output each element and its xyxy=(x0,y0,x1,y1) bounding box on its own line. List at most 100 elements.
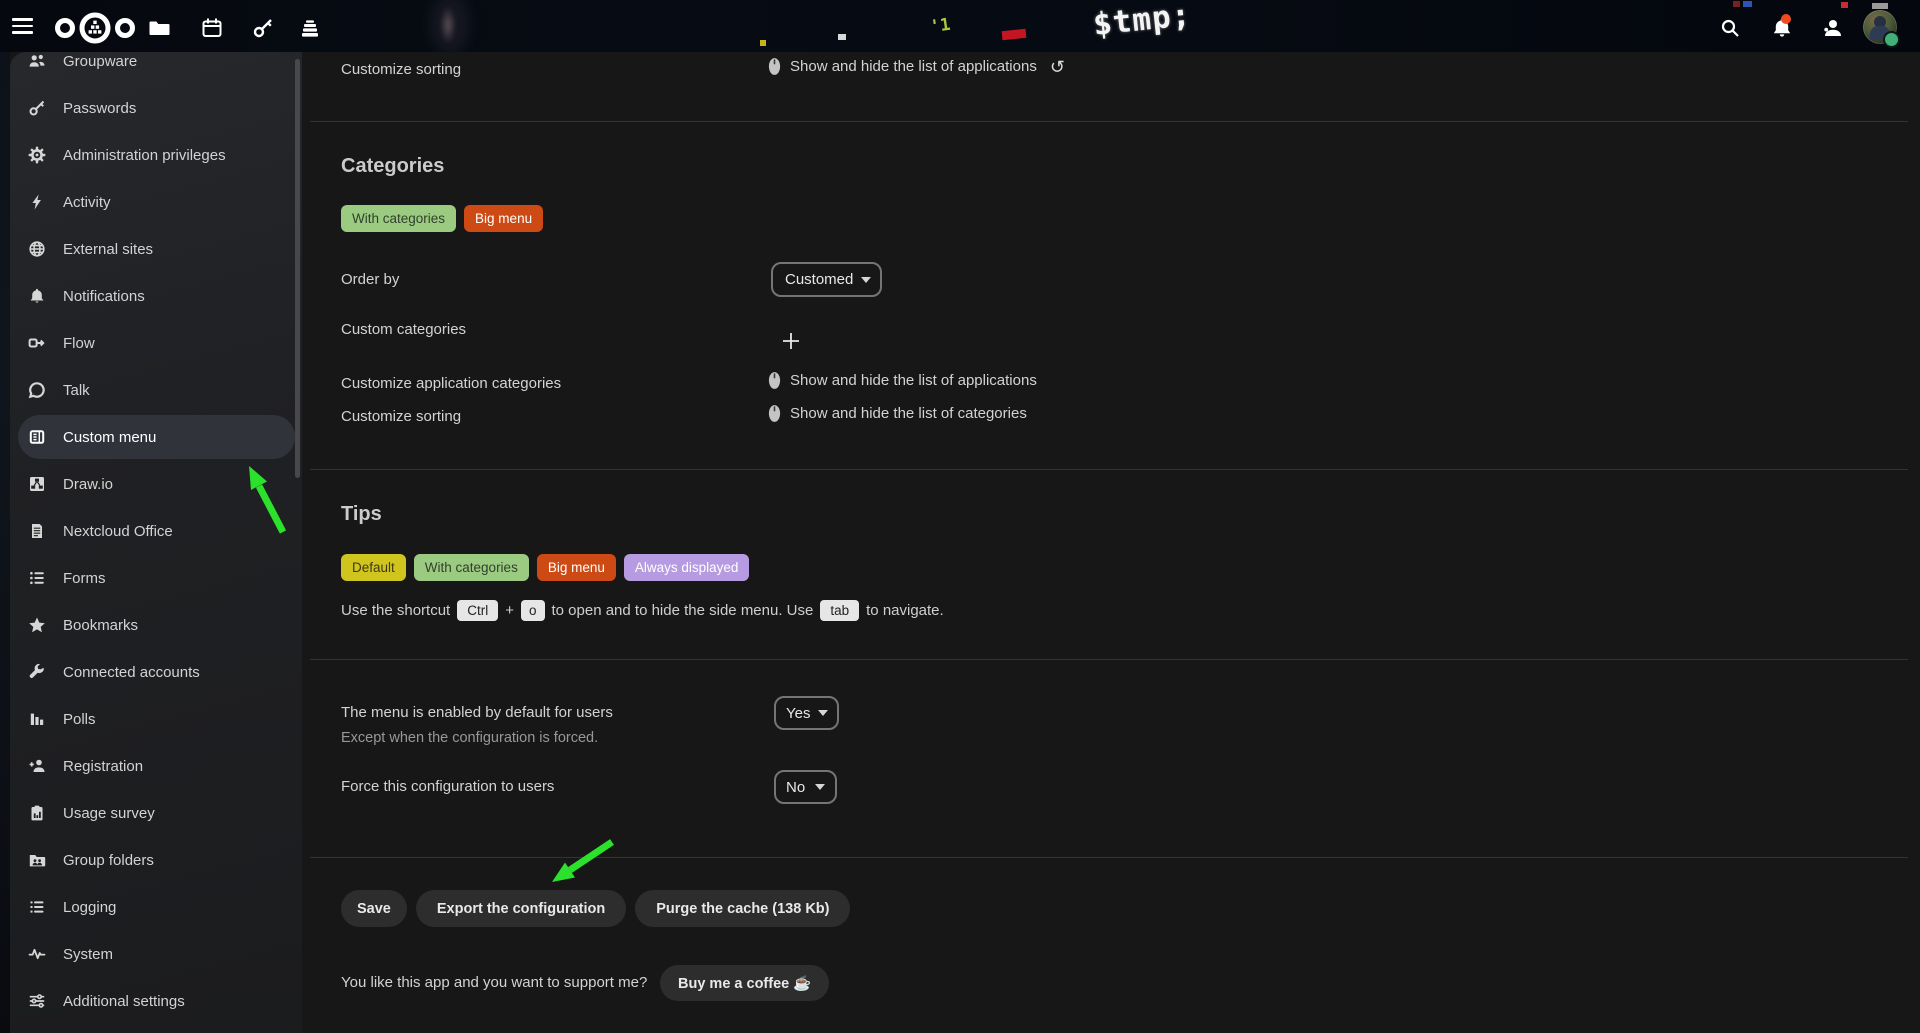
sidebar-item-label: Flow xyxy=(63,335,95,352)
files-folder-icon[interactable] xyxy=(147,16,171,40)
sidebar-item-activity[interactable]: Activity xyxy=(28,180,295,224)
divider xyxy=(310,659,1908,660)
background-pixel-mark xyxy=(1841,2,1848,8)
sidebar-item-label: Polls xyxy=(63,711,96,728)
mouse-icon xyxy=(768,404,781,423)
sidebar-item-label: Additional settings xyxy=(63,993,185,1010)
plus-icon xyxy=(780,330,802,352)
support-question-text: You like this app and you want to suppor… xyxy=(341,973,647,993)
sidebar-item-registration[interactable]: Registration xyxy=(28,744,295,788)
sidebar-item-label: Administration privileges xyxy=(63,147,226,164)
sidebar-item-label: Nextcloud Office xyxy=(63,523,173,540)
chevron-down-icon xyxy=(818,710,828,716)
sidebar-item-talk[interactable]: Talk xyxy=(28,368,295,412)
menu-toggle-button[interactable] xyxy=(12,18,33,34)
menu-enabled-dropdown[interactable]: Yes xyxy=(774,696,839,730)
sidebar-item-usage-survey[interactable]: Usage survey xyxy=(28,791,295,835)
background-photo-smudge xyxy=(440,6,456,44)
shortcut-text: Use the shortcut xyxy=(341,602,450,619)
sidebar-item-system[interactable]: System xyxy=(28,932,295,976)
save-button[interactable]: Save xyxy=(341,890,407,927)
sidebar-item-label: External sites xyxy=(63,241,153,258)
shortcut-text: to navigate. xyxy=(866,602,944,619)
key-icon xyxy=(28,99,46,117)
force-configuration-value: No xyxy=(786,779,805,796)
order-by-dropdown[interactable]: Customed xyxy=(771,262,882,297)
calendar-icon[interactable] xyxy=(200,16,224,40)
customize-sorting-action: Show and hide the list of categories xyxy=(768,404,1027,423)
background-graffiti-text: $tmp; xyxy=(1091,0,1193,43)
sidebar-item-connected-accounts[interactable]: Connected accounts xyxy=(28,650,295,694)
background-graffiti-text-2: '1 xyxy=(929,15,952,38)
badge-default: Default xyxy=(341,554,406,581)
forms-list-icon xyxy=(28,569,46,587)
sidebar-item-flow[interactable]: Flow xyxy=(28,321,295,365)
nextcloud-admin-custom-menu-page: $tmp; '1 xyxy=(0,0,1920,1033)
sidebar-item-nextcloud-office[interactable]: Nextcloud Office xyxy=(28,509,295,553)
buy-me-a-coffee-button[interactable]: Buy me a coffee ☕ xyxy=(660,965,829,1001)
add-category-button[interactable] xyxy=(780,330,802,352)
sidebar-scrollbar-thumb[interactable] xyxy=(295,59,300,478)
sidebar-item-bookmarks[interactable]: Bookmarks xyxy=(28,603,295,647)
export-configuration-button[interactable]: Export the configuration xyxy=(416,890,626,927)
background-pixel-mark xyxy=(838,34,846,40)
categories-badges: With categories Big menu xyxy=(341,205,543,232)
sidebar-item-administration-privileges[interactable]: Administration privileges xyxy=(28,133,295,177)
sidebar-item-polls[interactable]: Polls xyxy=(28,697,295,741)
background-pixel-mark xyxy=(760,40,766,46)
sidebar-item-label: Talk xyxy=(63,382,90,399)
globe-icon xyxy=(28,240,46,258)
folder-users-icon xyxy=(28,851,46,869)
background-pixel-mark xyxy=(1872,3,1888,9)
tips-section-title: Tips xyxy=(341,503,382,526)
chevron-down-icon xyxy=(861,277,871,283)
badge-big-menu: Big menu xyxy=(464,205,543,232)
sidebar-item-label: Registration xyxy=(63,758,143,775)
sidebar-item-groupware[interactable]: Groupware xyxy=(28,52,295,83)
badge-always-displayed: Always displayed xyxy=(624,554,750,581)
contacts-icon[interactable] xyxy=(1820,16,1844,40)
log-list-icon xyxy=(28,898,46,916)
sidebar-item-label: Logging xyxy=(63,899,116,916)
sidebar-item-forms[interactable]: Forms xyxy=(28,556,295,600)
mouse-icon xyxy=(768,57,781,76)
badge-big-menu: Big menu xyxy=(537,554,616,581)
customize-sorting-top-label: Customize sorting xyxy=(341,60,461,80)
sidebar-item-notifications[interactable]: Notifications xyxy=(28,274,295,318)
force-configuration-dropdown[interactable]: No xyxy=(774,770,837,804)
star-icon xyxy=(28,616,46,634)
nextcloud-logo[interactable] xyxy=(52,6,140,48)
search-icon[interactable] xyxy=(1718,16,1742,40)
sidebar-item-label: Connected accounts xyxy=(63,664,200,681)
sidebar-item-drawio[interactable]: Draw.io xyxy=(28,462,295,506)
purge-cache-button[interactable]: Purge the cache (138 Kb) xyxy=(635,890,850,927)
badge-with-categories: With categories xyxy=(341,205,456,232)
background-pixel-mark xyxy=(1733,1,1740,7)
customize-sorting-label: Customize sorting xyxy=(341,407,461,427)
sidebar-item-additional-settings[interactable]: Additional settings xyxy=(28,979,295,1023)
passwords-key-icon[interactable] xyxy=(251,16,275,40)
mouse-icon xyxy=(768,371,781,390)
stack-icon[interactable] xyxy=(298,16,322,40)
sidebar-item-label: System xyxy=(63,946,113,963)
sidebar-item-label: Forms xyxy=(63,570,106,587)
pulse-icon xyxy=(28,945,46,963)
categories-section-title: Categories xyxy=(341,155,444,178)
refresh-icon[interactable]: ↺ xyxy=(1050,58,1065,76)
tips-badges: Default With categories Big menu Always … xyxy=(341,554,749,581)
top-navigation-bar: $tmp; '1 xyxy=(0,0,1920,52)
sidebar-item-logging[interactable]: Logging xyxy=(28,885,295,929)
kbd-o: o xyxy=(521,600,545,621)
sidebar-item-external-sites[interactable]: External sites xyxy=(28,227,295,271)
sidebar-item-group-folders[interactable]: Group folders xyxy=(28,838,295,882)
sidebar-item-passwords[interactable]: Passwords xyxy=(28,86,295,130)
customize-application-categories-label: Customize application categories xyxy=(341,374,561,394)
sidebar-item-label: Activity xyxy=(63,194,111,211)
sidebar-item-label: Group folders xyxy=(63,852,154,869)
bell-icon xyxy=(28,287,46,305)
shortcut-hint-line: Use the shortcut Ctrl + o to open and to… xyxy=(341,600,944,621)
menu-enabled-label: The menu is enabled by default for users xyxy=(341,703,613,723)
action-text: Show and hide the list of applications xyxy=(790,372,1037,389)
kbd-ctrl: Ctrl xyxy=(457,600,498,621)
sidebar-item-custom-menu[interactable]: Custom menu xyxy=(18,415,295,459)
